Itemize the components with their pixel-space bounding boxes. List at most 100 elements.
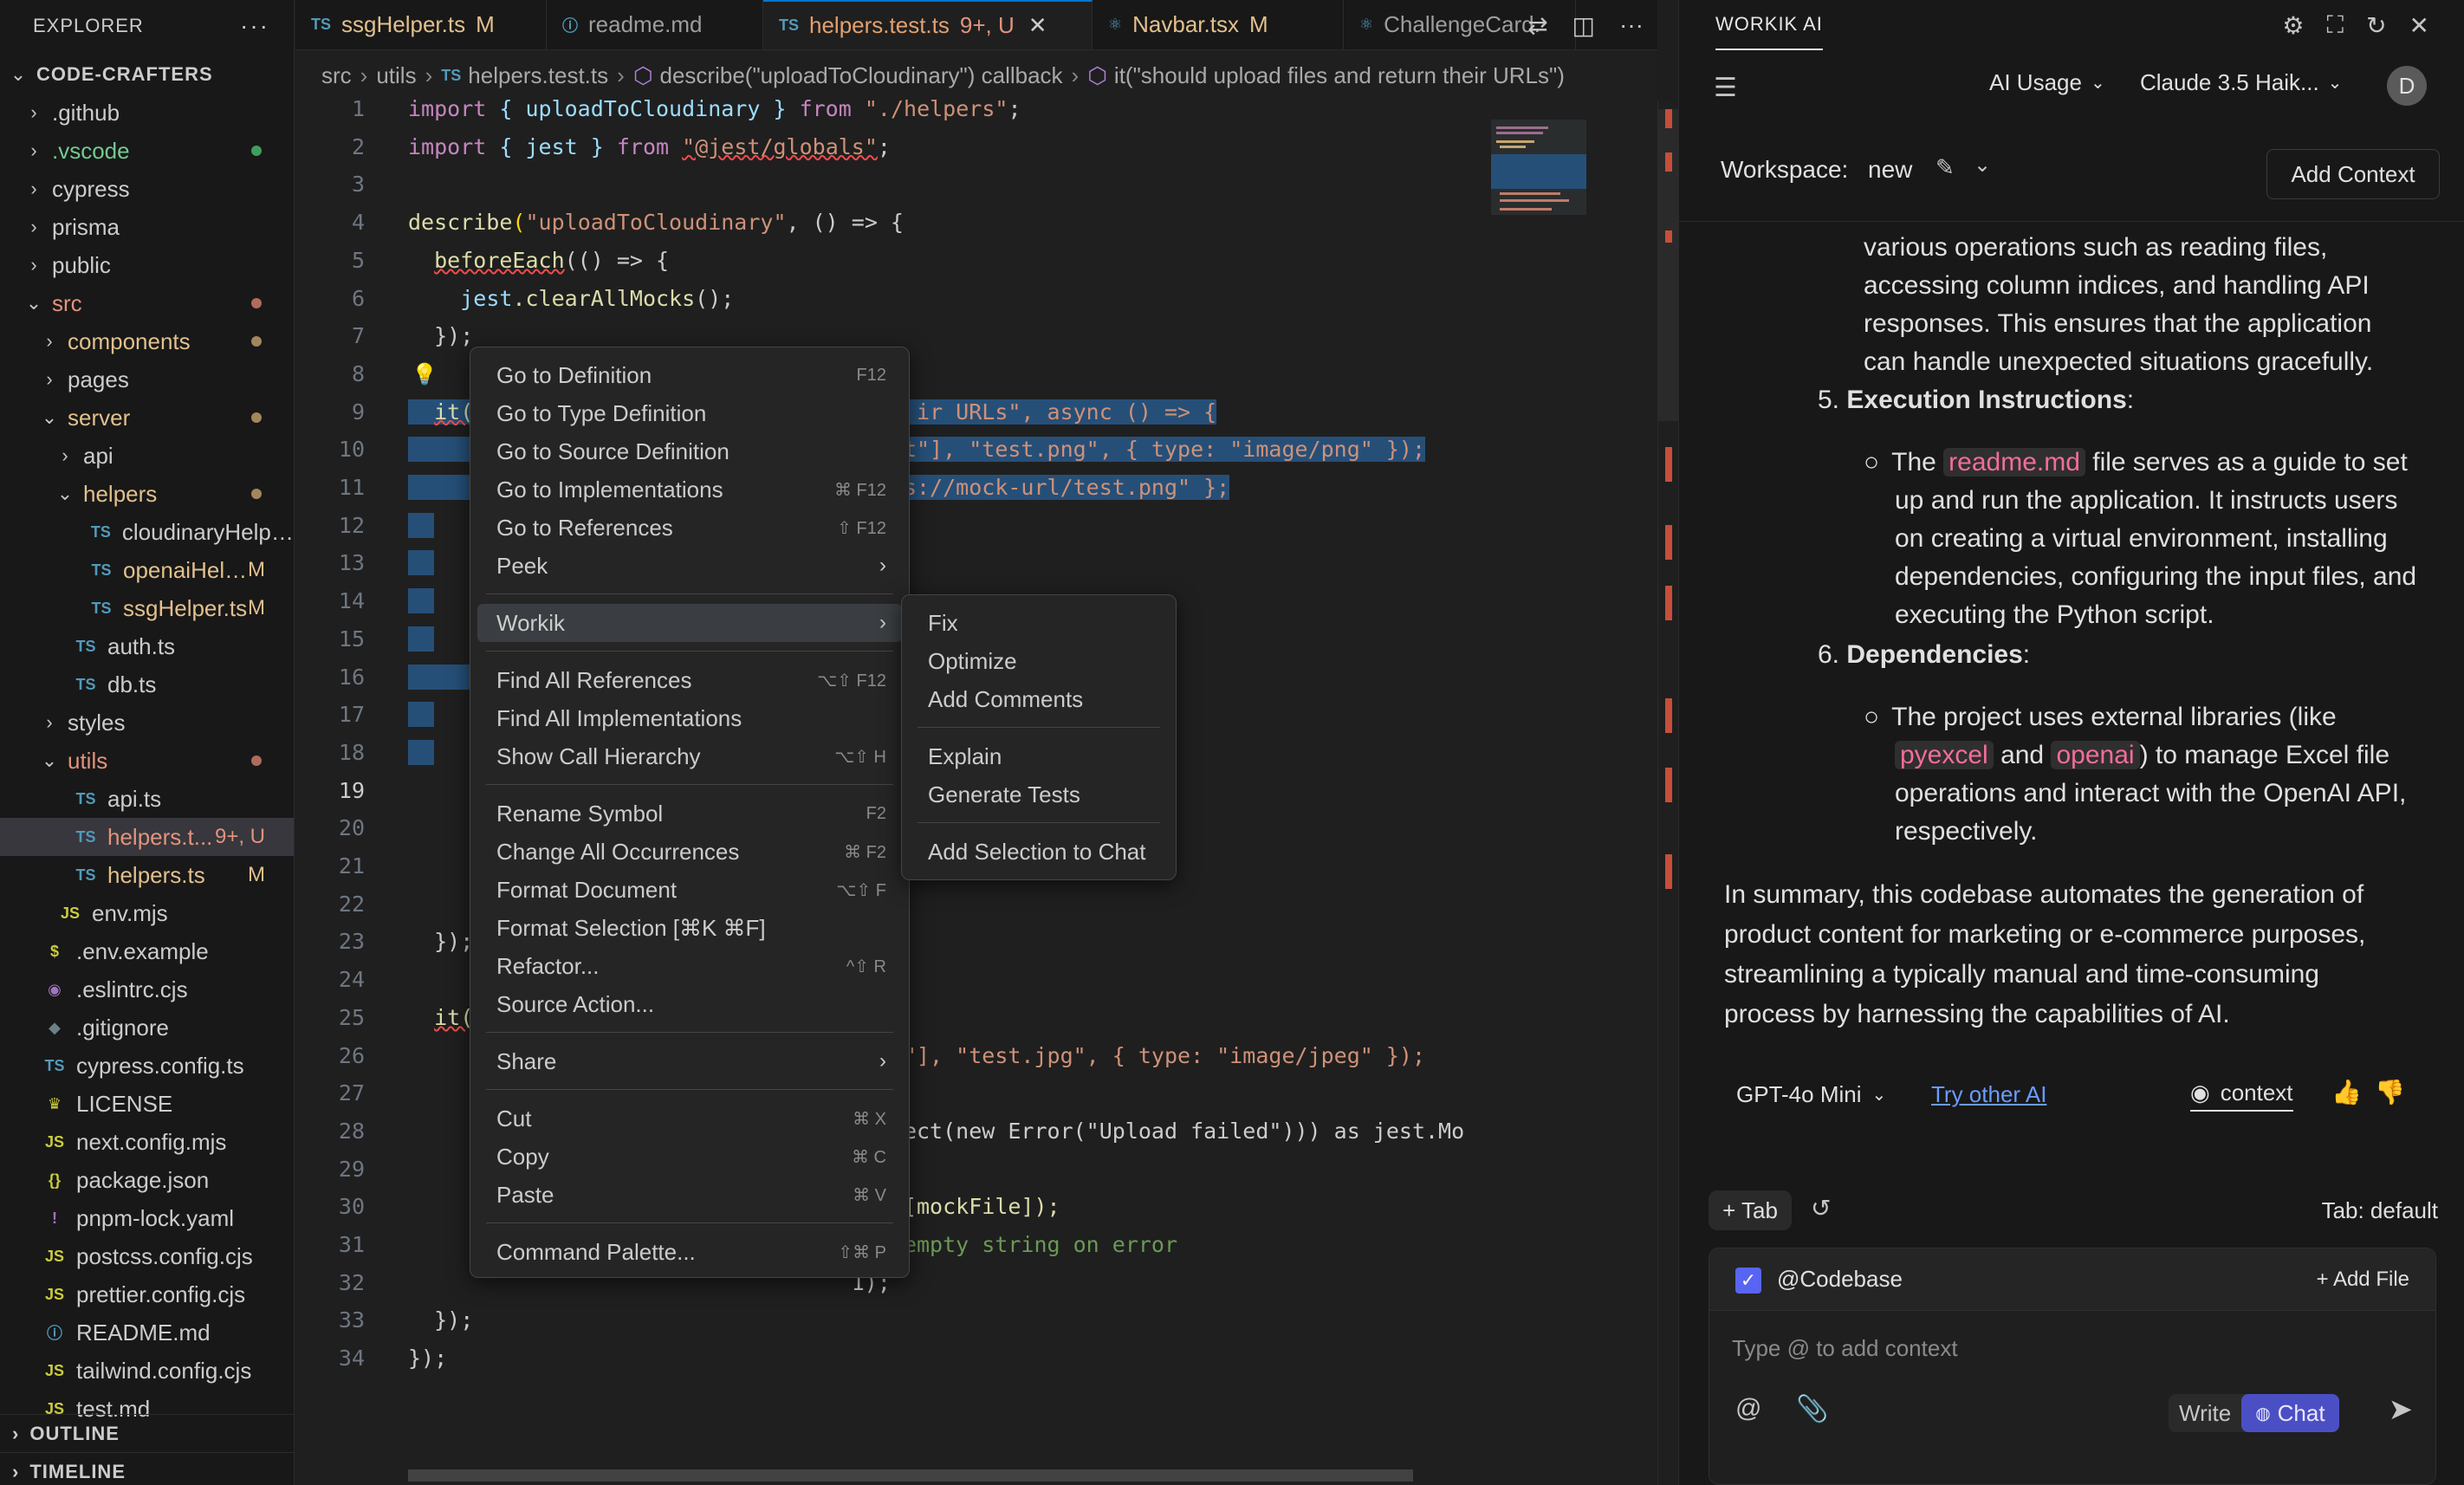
- file-helpers-t-[interactable]: TS helpers.t... 9+, U: [0, 818, 294, 856]
- folder-components[interactable]: › components: [0, 322, 294, 360]
- lightbulb-icon[interactable]: 💡: [412, 362, 438, 387]
- chat-mode-button[interactable]: ◍ Chat: [2241, 1394, 2339, 1432]
- model-dropdown-top[interactable]: Claude 3.5 Haik... ⌄: [2140, 69, 2342, 96]
- history-icon[interactable]: ↺: [1811, 1194, 1831, 1222]
- code-line[interactable]: 6 jest.clearAllMocks();: [295, 283, 1491, 315]
- folder--github[interactable]: › .github: [0, 94, 294, 132]
- file-next-config-mjs[interactable]: JS next.config.mjs: [0, 1123, 294, 1161]
- file-env-mjs[interactable]: JS env.mjs: [0, 894, 294, 932]
- file-license[interactable]: ♛ LICENSE: [0, 1085, 294, 1123]
- at-icon[interactable]: @: [1735, 1394, 1761, 1423]
- horizontal-scrollbar[interactable]: [408, 1469, 1413, 1482]
- folder-cypress[interactable]: › cypress: [0, 170, 294, 208]
- menu-item-go-to-source-definition[interactable]: Go to Source Definition: [477, 432, 902, 470]
- folder-src[interactable]: ⌄ src: [0, 284, 294, 322]
- menu-item-find-all-references[interactable]: Find All References ⌥⇧ F12: [477, 661, 902, 699]
- code-line[interactable]: 33 });: [295, 1305, 1491, 1336]
- file-postcss-config-cjs[interactable]: JS postcss.config.cjs: [0, 1237, 294, 1275]
- file-tailwind-config-cjs[interactable]: JS tailwind.config.cjs: [0, 1352, 294, 1390]
- context-toggle[interactable]: ◉ context: [2190, 1080, 2293, 1112]
- menu-item-go-to-definition[interactable]: Go to Definition F12: [477, 356, 902, 394]
- file-cypress-config-ts[interactable]: TS cypress.config.ts: [0, 1047, 294, 1085]
- menu-item-cut[interactable]: Cut ⌘ X: [477, 1099, 902, 1138]
- file-readme-md[interactable]: ⓘ README.md: [0, 1313, 294, 1352]
- outline-section[interactable]: › OUTLINE: [0, 1414, 294, 1452]
- model-dropdown-bottom[interactable]: GPT-4o Mini ⌄: [1736, 1081, 1886, 1108]
- file-prettier-config-cjs[interactable]: JS prettier.config.cjs: [0, 1275, 294, 1313]
- code-chip[interactable]: readme.md: [1943, 448, 2085, 477]
- folder-helpers[interactable]: ⌄ helpers: [0, 475, 294, 513]
- menu-item-refactor[interactable]: Refactor... ^⇧ R: [477, 947, 902, 985]
- file-cloudinaryhelpe-[interactable]: TS cloudinaryHelpe...: [0, 513, 294, 551]
- file-auth-ts[interactable]: TS auth.ts: [0, 627, 294, 665]
- menu-item-rename-symbol[interactable]: Rename Symbol F2: [477, 794, 902, 833]
- close-icon[interactable]: ✕: [2409, 11, 2429, 40]
- file-package-json[interactable]: {} package.json: [0, 1161, 294, 1199]
- file-pnpm-lock-yaml[interactable]: ! pnpm-lock.yaml: [0, 1199, 294, 1237]
- add-tab-button[interactable]: + Tab: [1709, 1190, 1792, 1230]
- menu-item-format-selection-k-f[interactable]: Format Selection [⌘K ⌘F]: [477, 909, 902, 947]
- submenu-item-generate-tests[interactable]: Generate Tests: [909, 775, 1169, 814]
- menu-item-show-call-hierarchy[interactable]: Show Call Hierarchy ⌥⇧ H: [477, 737, 902, 775]
- folder-pages[interactable]: › pages: [0, 360, 294, 399]
- timeline-section[interactable]: › TIMELINE: [0, 1452, 294, 1485]
- refresh-icon[interactable]: ↻: [2366, 11, 2386, 40]
- try-other-ai-link[interactable]: Try other AI: [1931, 1081, 2046, 1108]
- code-line[interactable]: 4 describe("uploadToCloudinary", () => {: [295, 207, 1491, 238]
- menu-item-source-action[interactable]: Source Action...: [477, 985, 902, 1023]
- menu-item-paste[interactable]: Paste ⌘ V: [477, 1176, 902, 1214]
- folder-api[interactable]: › api: [0, 437, 294, 475]
- chevron-down-icon[interactable]: ⌄: [1974, 152, 1991, 178]
- chat-input[interactable]: Type @ to add context: [1732, 1335, 1958, 1362]
- file--gitignore[interactable]: ◆ .gitignore: [0, 1008, 294, 1047]
- code-line[interactable]: 5 beforeEach(() => {: [295, 245, 1491, 276]
- split-editor-icon[interactable]: ◫: [1572, 11, 1595, 40]
- menu-item-go-to-references[interactable]: Go to References ⇧ F12: [477, 509, 902, 547]
- send-icon[interactable]: ➤: [2389, 1392, 2414, 1427]
- folder-styles[interactable]: › styles: [0, 704, 294, 742]
- submenu-item-optimize[interactable]: Optimize: [909, 642, 1169, 680]
- paperclip-icon[interactable]: 📎: [1796, 1394, 1828, 1424]
- folder-public[interactable]: › public: [0, 246, 294, 284]
- workspace-name[interactable]: new: [1868, 156, 1912, 184]
- folder-server[interactable]: ⌄ server: [0, 399, 294, 437]
- checkbox-icon[interactable]: ✓: [1735, 1268, 1761, 1294]
- folder-prisma[interactable]: › prisma: [0, 208, 294, 246]
- file--eslintrc-cjs[interactable]: ◉ .eslintrc.cjs: [0, 970, 294, 1008]
- folder--vscode[interactable]: › .vscode: [0, 132, 294, 170]
- menu-item-workik[interactable]: Workik ›: [477, 604, 902, 642]
- add-file-button[interactable]: + Add File: [2317, 1268, 2409, 1292]
- menu-item-find-all-implementations[interactable]: Find All Implementations: [477, 699, 902, 737]
- code-line[interactable]: 2 import { jest } from "@jest/globals";: [295, 132, 1491, 163]
- gear-icon[interactable]: ⚙: [2282, 11, 2304, 40]
- menu-item-copy[interactable]: Copy ⌘ C: [477, 1138, 902, 1176]
- submenu-item-add-comments[interactable]: Add Comments: [909, 680, 1169, 718]
- code-chip[interactable]: pyexcel: [1895, 741, 1994, 769]
- thumbs-up-icon[interactable]: 👍: [2331, 1078, 2362, 1106]
- menu-item-go-to-implementations[interactable]: Go to Implementations ⌘ F12: [477, 470, 902, 509]
- write-mode-button[interactable]: Write: [2169, 1394, 2241, 1432]
- ai-usage-dropdown[interactable]: AI Usage ⌄: [1989, 69, 2105, 96]
- menu-item-change-all-occurrences[interactable]: Change All Occurrences ⌘ F2: [477, 833, 902, 871]
- vertical-scrollbar[interactable]: [1657, 101, 1679, 1485]
- code-chip[interactable]: openai: [2051, 741, 2140, 769]
- menu-item-go-to-type-definition[interactable]: Go to Type Definition: [477, 394, 902, 432]
- code-line[interactable]: 3: [295, 169, 1491, 200]
- edit-icon[interactable]: ✎: [1936, 154, 1955, 181]
- compare-changes-icon[interactable]: ⇄: [1527, 11, 1547, 40]
- menu-item-peek[interactable]: Peek ›: [477, 547, 902, 585]
- more-actions-icon[interactable]: ···: [240, 12, 269, 40]
- submenu-item-explain[interactable]: Explain: [909, 737, 1169, 775]
- folder-utils[interactable]: ⌄ utils: [0, 742, 294, 780]
- file-helpers-ts[interactable]: TS helpers.ts M: [0, 856, 294, 894]
- submenu-item-fix[interactable]: Fix: [909, 604, 1169, 642]
- menu-item-command-palette[interactable]: Command Palette... ⇧⌘ P: [477, 1233, 902, 1271]
- avatar[interactable]: D: [2387, 66, 2427, 106]
- file-db-ts[interactable]: TS db.ts: [0, 665, 294, 704]
- submenu-item-add-selection-to-chat[interactable]: Add Selection to Chat: [909, 833, 1169, 871]
- thumbs-down-icon[interactable]: 👎: [2375, 1078, 2405, 1106]
- menu-item-format-document[interactable]: Format Document ⌥⇧ F: [477, 871, 902, 909]
- file--env-example[interactable]: $ .env.example: [0, 932, 294, 970]
- add-context-button[interactable]: Add Context: [2266, 149, 2440, 199]
- file-ssghelper-ts[interactable]: TS ssgHelper.ts M: [0, 589, 294, 627]
